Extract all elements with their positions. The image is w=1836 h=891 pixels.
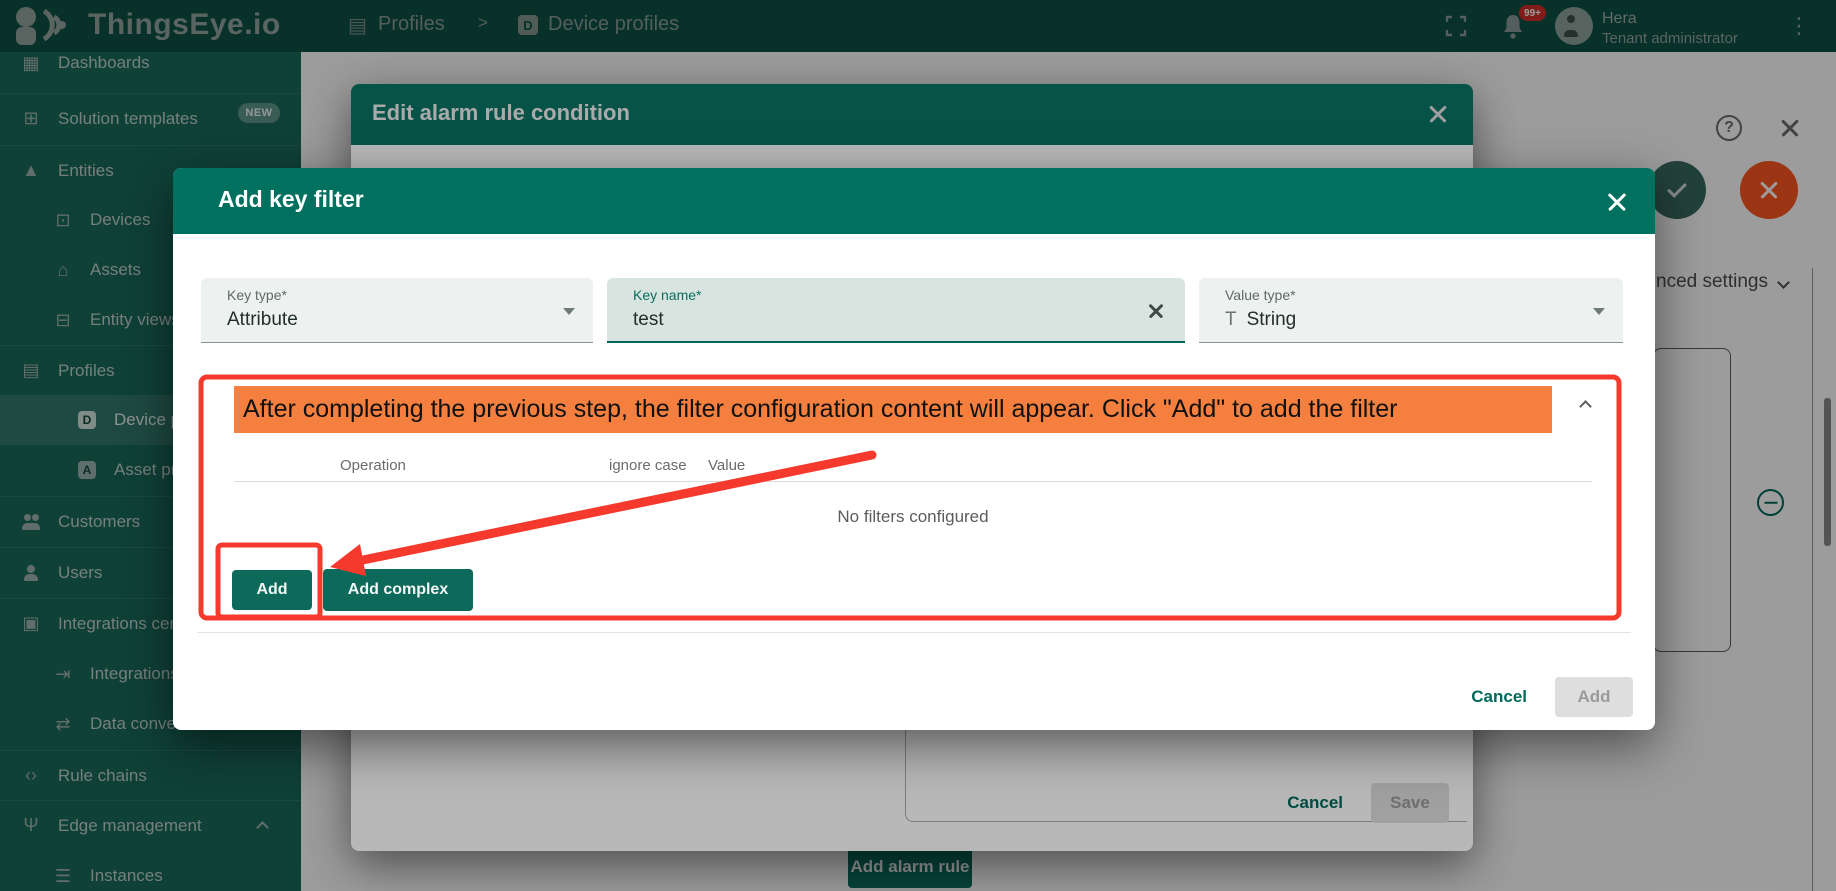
key-type-value: Attribute (227, 309, 298, 331)
key-name-value: test (633, 309, 664, 331)
value-type-text: String (1247, 309, 1297, 331)
add-button[interactable]: Add (1555, 677, 1633, 717)
modal-title: Add key filter (218, 186, 364, 213)
tutorial-highlight-text: After completing the previous step, the … (234, 386, 1552, 433)
footer-divider (197, 632, 1631, 633)
add-key-filter-modal: Add key filter Key type* Attribute Key n… (173, 168, 1655, 730)
dropdown-arrow-icon[interactable] (563, 308, 575, 315)
clear-input-icon[interactable] (1147, 302, 1165, 320)
add-complex-filter-button[interactable]: Add complex (323, 569, 473, 611)
add-filter-button[interactable]: Add (232, 570, 312, 610)
table-divider (234, 481, 1592, 482)
column-header-value: Value (708, 457, 745, 474)
collapse-panel-icon[interactable] (1579, 400, 1592, 413)
key-type-select[interactable]: Key type* Attribute (201, 278, 593, 343)
close-modal-icon[interactable] (1605, 190, 1628, 213)
modal-footer: Cancel Add (1471, 677, 1633, 717)
column-header-ignore-case: ignore case (609, 457, 687, 474)
modal-header: Add key filter (173, 168, 1655, 234)
key-type-label: Key type* (227, 287, 287, 303)
dropdown-arrow-icon[interactable] (1593, 308, 1605, 315)
key-name-label: Key name* (633, 287, 701, 303)
value-type-value: T String (1225, 309, 1296, 331)
key-name-input[interactable]: Key name* test (607, 278, 1185, 343)
no-filters-text: No filters configured (837, 507, 988, 527)
value-type-label: Value type* (1225, 287, 1296, 303)
text-type-icon: T (1225, 309, 1237, 331)
screen: ? nced settings Add alarm rule ▦ Dashboa… (0, 0, 1836, 891)
column-header-operation: Operation (340, 457, 406, 474)
cancel-button[interactable]: Cancel (1471, 687, 1527, 707)
value-type-select[interactable]: Value type* T String (1199, 278, 1623, 343)
